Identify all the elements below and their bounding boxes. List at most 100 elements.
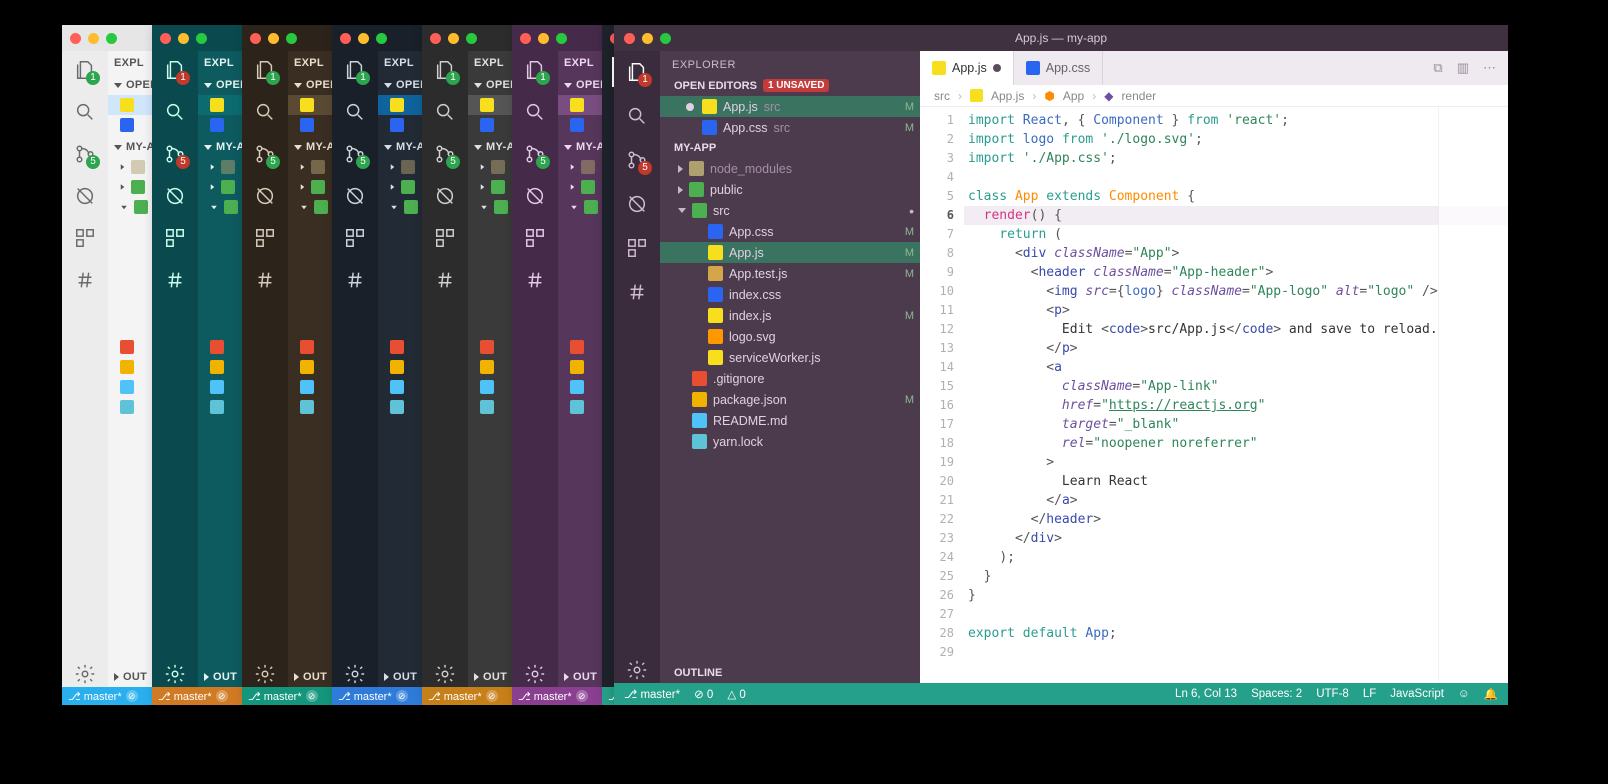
status-errors[interactable]: ⊘ 0 <box>694 687 713 701</box>
breadcrumb-part[interactable]: render <box>1121 89 1156 103</box>
extensions-icon[interactable] <box>342 225 368 251</box>
minimap[interactable] <box>1438 107 1508 683</box>
status-lang[interactable]: JavaScript <box>1390 688 1444 700</box>
project-section[interactable]: MY-APP <box>660 138 920 158</box>
feedback-icon[interactable]: ☺ <box>1458 688 1470 700</box>
breadcrumb[interactable]: src›App.js›⬢App›◆render <box>920 85 1508 107</box>
tree-item[interactable]: node_modules <box>660 158 920 179</box>
files-icon[interactable]: 1 <box>624 59 650 85</box>
status-warnings[interactable]: △ 0 <box>727 687 745 701</box>
extensions-icon[interactable] <box>624 235 650 261</box>
tree-item[interactable]: index.css <box>660 284 920 305</box>
tree-item[interactable]: index.jsM <box>660 305 920 326</box>
scm-icon[interactable]: 5 <box>72 141 98 167</box>
settings-icon[interactable] <box>72 661 98 687</box>
hash-icon[interactable] <box>72 267 98 293</box>
settings-icon[interactable] <box>624 657 650 683</box>
hash-icon[interactable] <box>342 267 368 293</box>
code-area[interactable]: 1234567891011121314151617181920212223242… <box>920 107 1508 683</box>
breadcrumb-part[interactable]: App.js <box>991 89 1024 103</box>
minimize-icon[interactable] <box>642 33 653 44</box>
zoom-icon[interactable] <box>556 33 567 44</box>
extensions-icon[interactable] <box>522 225 548 251</box>
scm-icon[interactable]: 5 <box>252 141 278 167</box>
open-editor-item[interactable]: App.js srcM <box>660 96 920 117</box>
zoom-icon[interactable] <box>466 33 477 44</box>
close-icon[interactable] <box>160 33 171 44</box>
search-icon[interactable] <box>72 99 98 125</box>
tree-item[interactable]: App.test.jsM <box>660 263 920 284</box>
scm-icon[interactable]: 5 <box>342 141 368 167</box>
settings-icon[interactable] <box>432 661 458 687</box>
scm-icon[interactable]: 5 <box>624 147 650 173</box>
status-spaces[interactable]: Spaces: 2 <box>1251 688 1302 700</box>
minimize-icon[interactable] <box>178 33 189 44</box>
hash-icon[interactable] <box>162 267 188 293</box>
tree-item[interactable]: yarn.lock <box>660 431 920 452</box>
tree-item[interactable]: App.jsM <box>660 242 920 263</box>
close-icon[interactable] <box>70 33 81 44</box>
status-encoding[interactable]: UTF-8 <box>1316 688 1349 700</box>
settings-icon[interactable] <box>342 661 368 687</box>
tree-item[interactable]: .gitignore <box>660 368 920 389</box>
status-eol[interactable]: LF <box>1363 688 1376 700</box>
zoom-icon[interactable] <box>660 33 671 44</box>
files-icon[interactable]: 1 <box>252 57 278 83</box>
close-icon[interactable] <box>520 33 531 44</box>
debug-icon[interactable] <box>624 191 650 217</box>
zoom-icon[interactable] <box>286 33 297 44</box>
debug-icon[interactable] <box>342 183 368 209</box>
search-icon[interactable] <box>162 99 188 125</box>
debug-icon[interactable] <box>72 183 98 209</box>
tree-item[interactable]: README.md <box>660 410 920 431</box>
debug-icon[interactable] <box>432 183 458 209</box>
breadcrumb-part[interactable]: App <box>1063 89 1084 103</box>
search-icon[interactable] <box>432 99 458 125</box>
debug-icon[interactable] <box>522 183 548 209</box>
files-icon[interactable]: 1 <box>522 57 548 83</box>
compare-icon[interactable]: ⧉ <box>1433 60 1442 76</box>
scm-icon[interactable]: 5 <box>522 141 548 167</box>
files-icon[interactable]: 1 <box>432 57 458 83</box>
settings-icon[interactable] <box>252 661 278 687</box>
extensions-icon[interactable] <box>162 225 188 251</box>
code[interactable]: import React, { Component } from 'react'… <box>964 107 1508 683</box>
debug-icon[interactable] <box>162 183 188 209</box>
open-editors-section[interactable]: OPEN EDITORS 1 UNSAVED <box>660 75 920 96</box>
zoom-icon[interactable] <box>376 33 387 44</box>
tree-item[interactable]: src• <box>660 200 920 221</box>
extensions-icon[interactable] <box>252 225 278 251</box>
hash-icon[interactable] <box>624 279 650 305</box>
titlebar[interactable]: App.js — my-app <box>614 25 1508 51</box>
settings-icon[interactable] <box>522 661 548 687</box>
hash-icon[interactable] <box>522 267 548 293</box>
tree-item[interactable]: package.jsonM <box>660 389 920 410</box>
debug-icon[interactable] <box>252 183 278 209</box>
outline-section[interactable]: OUTLINE <box>660 663 920 683</box>
settings-icon[interactable] <box>162 661 188 687</box>
more-icon[interactable]: ⋯ <box>1483 60 1496 76</box>
close-icon[interactable] <box>624 33 635 44</box>
status-lncol[interactable]: Ln 6, Col 13 <box>1175 688 1237 700</box>
zoom-icon[interactable] <box>196 33 207 44</box>
tab-App-js[interactable]: App.js <box>920 51 1014 85</box>
close-icon[interactable] <box>430 33 441 44</box>
close-icon[interactable] <box>340 33 351 44</box>
tree-item[interactable]: serviceWorker.js <box>660 347 920 368</box>
scm-icon[interactable]: 5 <box>432 141 458 167</box>
minimize-icon[interactable] <box>448 33 459 44</box>
files-icon[interactable]: 1 <box>342 57 368 83</box>
hash-icon[interactable] <box>432 267 458 293</box>
tree-item[interactable]: App.cssM <box>660 221 920 242</box>
minimize-icon[interactable] <box>268 33 279 44</box>
close-icon[interactable] <box>250 33 261 44</box>
status-branch[interactable]: ⎇ master* <box>624 687 680 701</box>
open-editor-item[interactable]: App.css srcM <box>660 117 920 138</box>
extensions-icon[interactable] <box>432 225 458 251</box>
tree-item[interactable]: public <box>660 179 920 200</box>
tree-item[interactable]: logo.svg <box>660 326 920 347</box>
files-icon[interactable]: 1 <box>72 57 98 83</box>
tab-App-css[interactable]: App.css <box>1014 51 1103 85</box>
files-icon[interactable]: 1 <box>162 57 188 83</box>
zoom-icon[interactable] <box>106 33 117 44</box>
